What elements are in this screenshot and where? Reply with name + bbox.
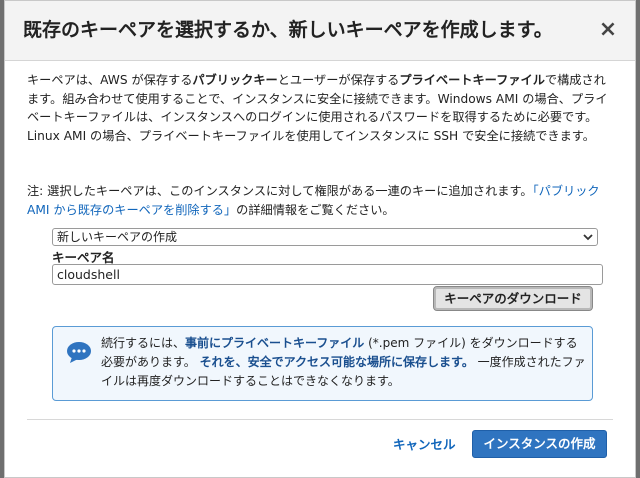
- chevron-down-icon: [583, 229, 593, 250]
- cancel-button[interactable]: キャンセル: [393, 433, 456, 457]
- note-text: 注: 選択したキーペアは、このインスタンスに対して権限がある一連のキーに追加され…: [27, 182, 617, 219]
- download-key-pair-button[interactable]: キーペアのダウンロード: [433, 286, 593, 311]
- description-part2: とユーザーが保存する: [277, 73, 400, 87]
- info-part1: 続行するには、: [101, 336, 186, 350]
- key-pair-dialog: 既存のキーペアを選択するか、新しいキーペアを作成します。 × キーペアは、AWS…: [4, 0, 636, 478]
- backdrop-right: [636, 0, 640, 478]
- description-bold-public-key: パブリックキー: [192, 73, 278, 87]
- footer-divider: [27, 419, 613, 420]
- key-name-input[interactable]: [52, 264, 603, 285]
- note-suffix: の詳細情報をご覧ください。: [236, 202, 395, 217]
- info-bold2: それを、安全でアクセス可能な場所に保存します。: [199, 355, 474, 369]
- create-instance-button[interactable]: インスタンスの作成: [472, 430, 607, 458]
- dialog-header: 既存のキーペアを選択するか、新しいキーペアを作成します。 ×: [5, 1, 635, 61]
- dialog-title: 既存のキーペアを選択するか、新しいキーペアを作成します。: [23, 19, 553, 41]
- description-text: キーペアは、AWS が保存するパブリックキーとユーザーが保存するプライベートキー…: [27, 71, 613, 145]
- close-icon[interactable]: ×: [597, 19, 619, 41]
- chat-bubble-icon: [67, 342, 91, 363]
- description-bold-private-key: プライベートキーファイル: [399, 73, 545, 87]
- note-prefix: 注: 選択したキーペアは、このインスタンスに対して権限がある一連のキーに追加され…: [27, 184, 533, 198]
- description-part1: キーペアは、AWS が保存する: [27, 73, 193, 87]
- info-bold1: 事前にプライベートキーファイル: [185, 336, 365, 350]
- key-pair-select-value: 新しいキーペアの作成: [57, 230, 178, 244]
- info-text: 続行するには、事前にプライベートキーファイル (*.pem ファイル) をダウン…: [101, 334, 587, 391]
- key-pair-select[interactable]: 新しいキーペアの作成: [52, 228, 598, 246]
- info-alert: 続行するには、事前にプライベートキーファイル (*.pem ファイル) をダウン…: [52, 326, 593, 401]
